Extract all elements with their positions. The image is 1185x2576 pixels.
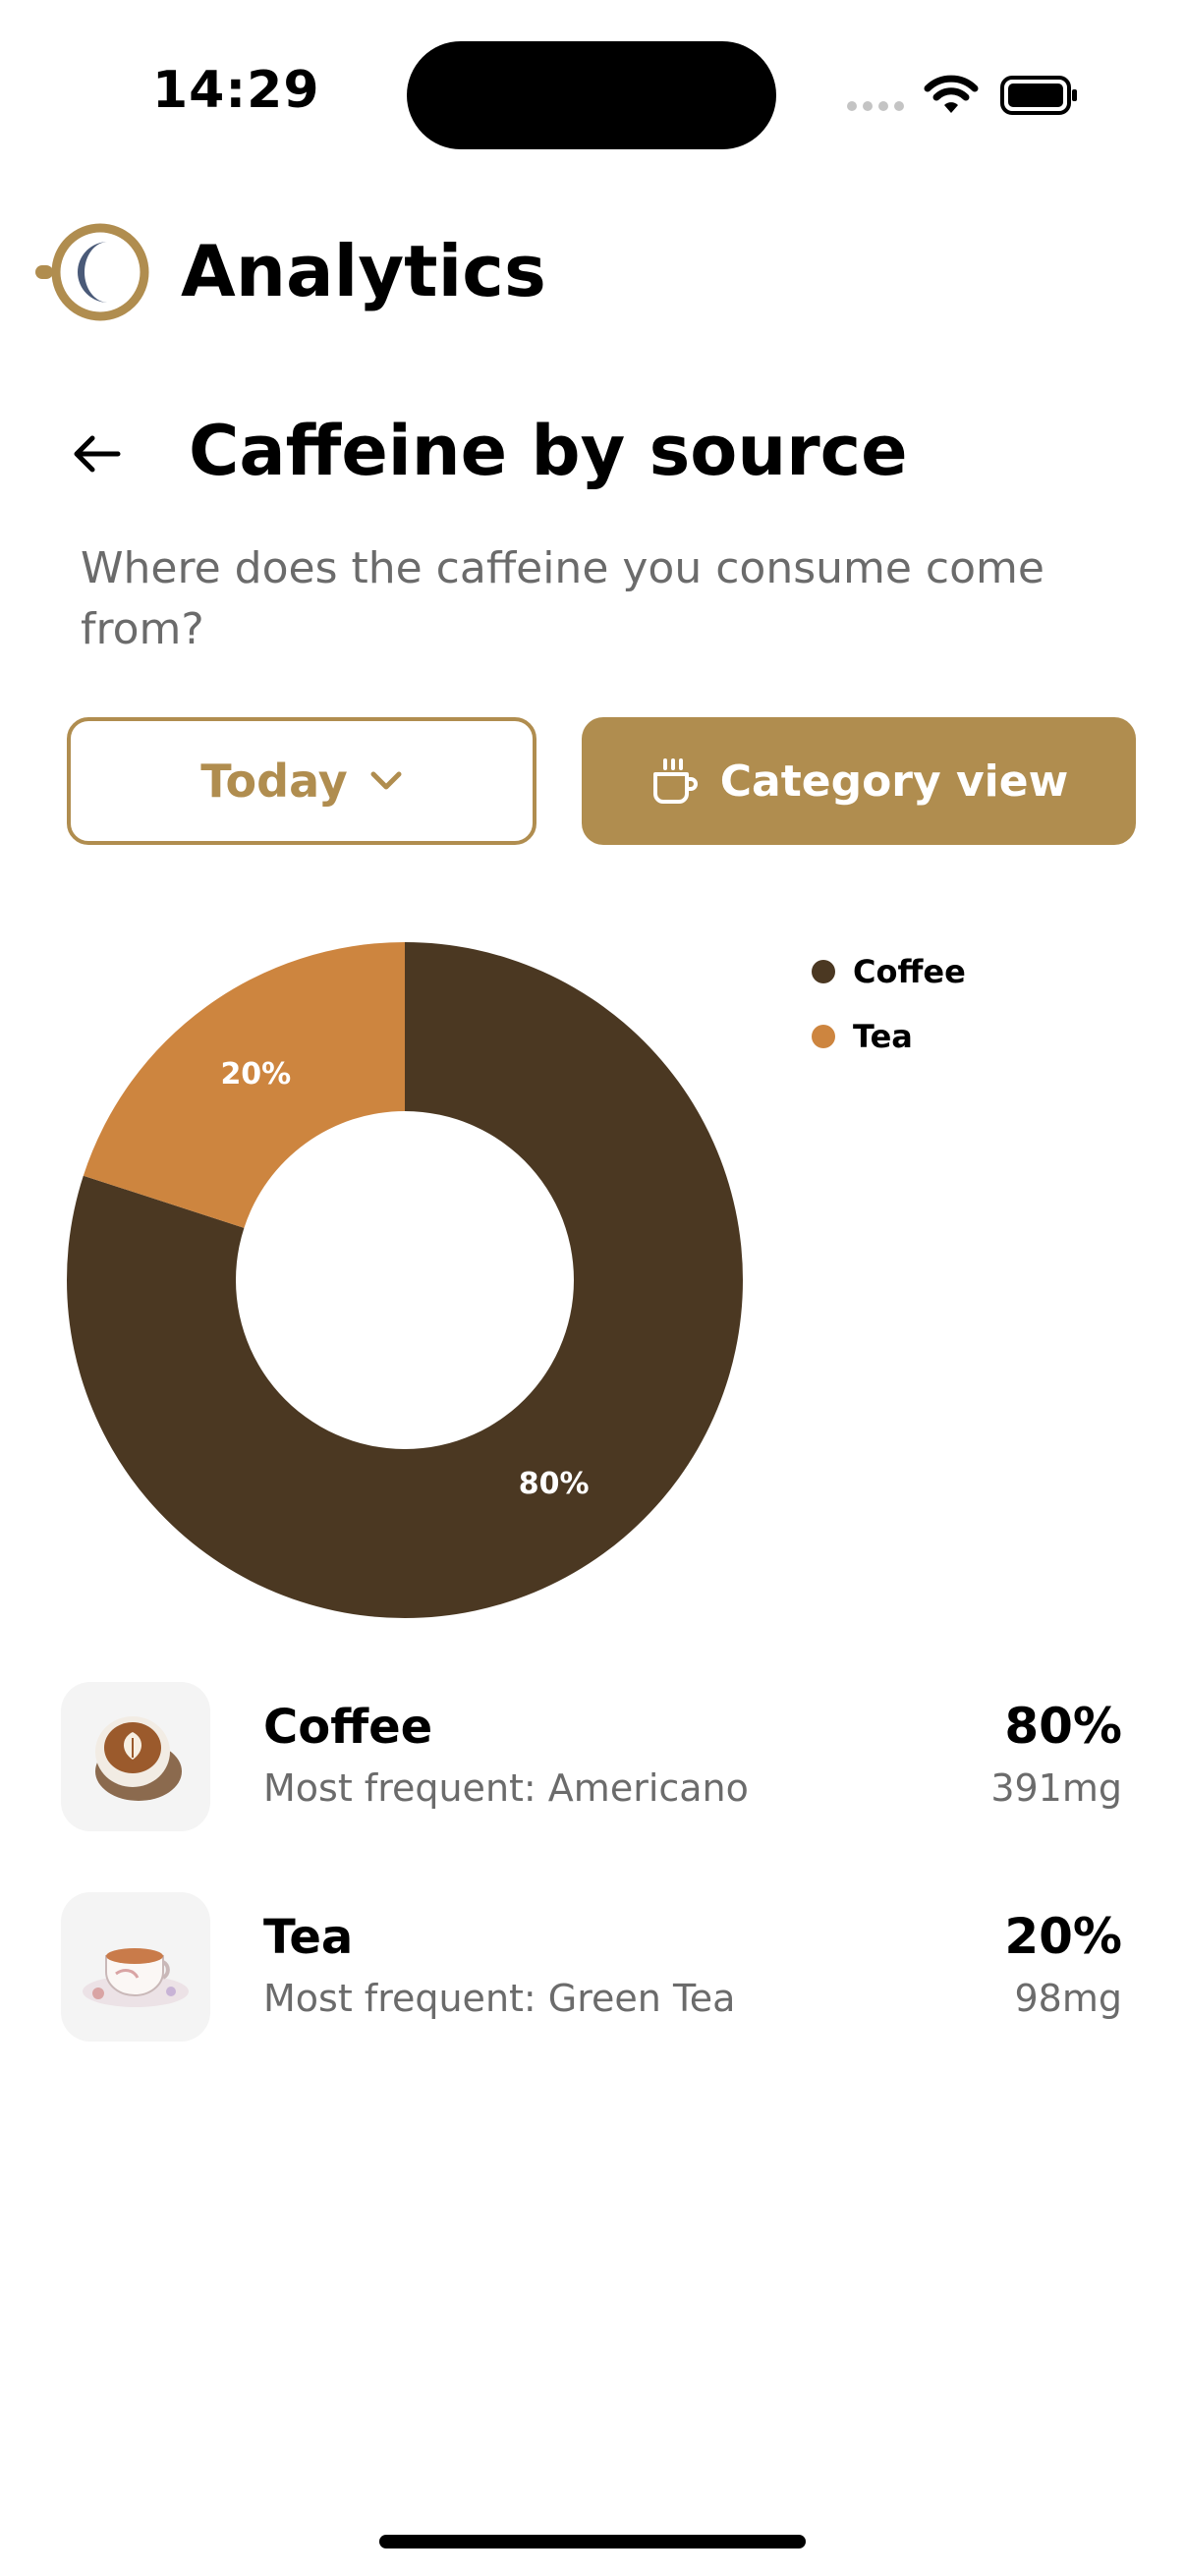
app-title: Analytics — [181, 230, 546, 312]
coffee-thumbnail — [61, 1682, 210, 1831]
source-percent: 80% — [1004, 1698, 1122, 1755]
period-label: Today — [200, 755, 348, 808]
page-subtitle: Where does the caffeine you consume come… — [81, 543, 1044, 654]
source-most-frequent: Most frequent: Green Tea — [263, 1977, 736, 2020]
battery-icon — [1000, 76, 1077, 115]
donut-label-coffee: 80% — [519, 1467, 590, 1501]
teacup-icon — [83, 1948, 189, 2007]
legend-label-coffee: Coffee — [853, 953, 966, 990]
caffeine-donut-chart: 80% 20% — [67, 942, 743, 1618]
legend-item-coffee: Coffee — [812, 939, 966, 1004]
cellular-signal-icon — [847, 101, 904, 111]
wifi-icon — [924, 75, 979, 113]
source-name: Tea — [263, 1910, 354, 1965]
legend-swatch-coffee — [812, 960, 835, 983]
home-indicator — [379, 2535, 806, 2548]
category-view-button[interactable]: Category view — [582, 717, 1136, 845]
source-amount: 98mg — [1014, 1977, 1123, 2020]
source-percent: 20% — [1004, 1908, 1122, 1965]
coffee-cup-icon — [652, 758, 698, 804]
source-row-coffee[interactable]: Coffee Most frequent: Americano 80% 391m… — [61, 1682, 1122, 1831]
source-name: Coffee — [263, 1700, 433, 1755]
source-most-frequent: Most frequent: Americano — [263, 1766, 749, 1810]
source-amount: 391mg — [990, 1766, 1122, 1810]
chevron-down-icon — [370, 771, 402, 790]
status-time: 14:29 — [152, 61, 320, 120]
legend-label-tea: Tea — [853, 1018, 913, 1055]
page-title: Caffeine by source — [189, 411, 908, 491]
chart-legend: Coffee Tea — [812, 939, 966, 1069]
back-arrow-icon[interactable] — [69, 430, 124, 477]
donut-label-tea: 20% — [220, 1057, 291, 1092]
dynamic-island — [407, 41, 776, 149]
period-dropdown-button[interactable]: Today — [67, 717, 536, 845]
category-view-label: Category view — [719, 756, 1069, 807]
legend-swatch-tea — [812, 1025, 835, 1048]
source-row-tea[interactable]: Tea Most frequent: Green Tea 20% 98mg — [61, 1892, 1122, 2042]
latte-cup-icon — [95, 1716, 182, 1801]
app-logo-icon — [35, 223, 149, 321]
legend-item-tea: Tea — [812, 1004, 966, 1069]
tea-thumbnail — [61, 1892, 210, 2042]
